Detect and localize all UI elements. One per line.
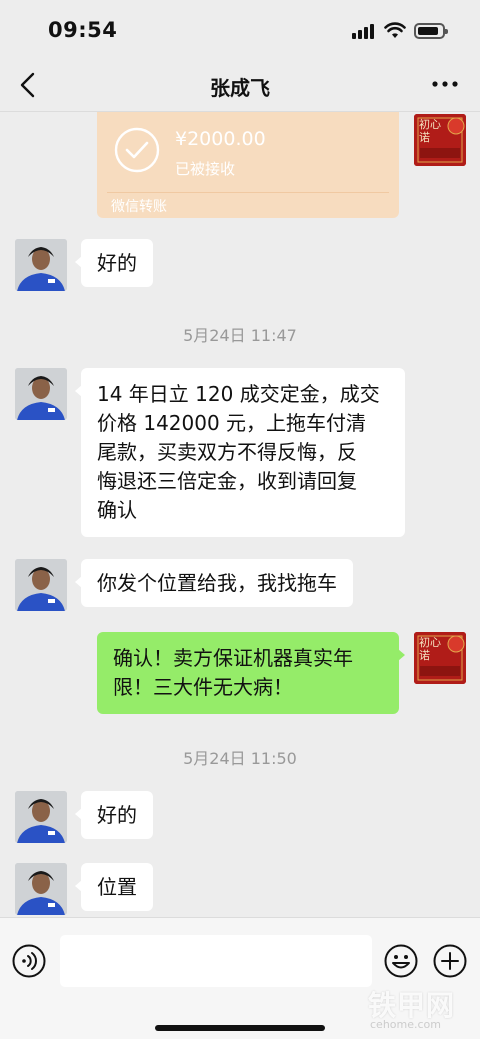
transfer-type-label: 微信转账: [111, 199, 167, 215]
contact-avatar[interactable]: [15, 559, 67, 611]
contact-avatar-image: [15, 368, 67, 420]
self-avatar[interactable]: 初心诺: [414, 632, 466, 684]
wifi-icon: [384, 22, 406, 38]
check-circle-icon: [114, 127, 160, 173]
message-timestamp: 5月24日 11:47: [183, 326, 297, 345]
self-avatar-text: 初心诺: [419, 118, 441, 144]
contact-avatar[interactable]: [15, 791, 67, 843]
status-bar: 09:54: [0, 0, 480, 60]
contact-avatar-image: [15, 559, 67, 611]
message-text-line: 尾款，买卖双方不得反悔，反: [97, 440, 357, 464]
nav-bar: 张成飞: [0, 60, 480, 112]
message-text-line: 确认！卖方保证机器真实年: [113, 646, 353, 670]
cellular-signal-icon: [352, 24, 376, 39]
home-indicator[interactable]: [155, 1025, 325, 1031]
message-text-line: 14 年日立 120 成交定金，成交: [97, 382, 380, 406]
message-bubble[interactable]: 14 年日立 120 成交定金，成交 价格 142000 元，上拖车付清 尾款，…: [75, 368, 405, 537]
voice-input-icon[interactable]: [12, 944, 46, 978]
message-bubble[interactable]: 好的: [75, 791, 153, 839]
transfer-card[interactable]: ¥2000.00 已被接收 微信转账: [97, 112, 399, 218]
contact-avatar-image: [15, 863, 67, 915]
plus-icon[interactable]: [433, 944, 467, 978]
message-bubble[interactable]: 好的: [75, 239, 153, 287]
message-text-line: 确认: [97, 498, 137, 522]
message-bubble[interactable]: 位置: [75, 863, 153, 911]
message-text: 你发个位置给我，我找拖车: [97, 571, 337, 595]
chat-message-list[interactable]: ¥2000.00 已被接收 微信转账 初心诺 好的 5月24日 11:47 14…: [0, 112, 480, 917]
message-timestamp: 5月24日 11:50: [183, 749, 297, 768]
message-bubble[interactable]: 确认！卖方保证机器真实年 限！三大件无大病！: [97, 632, 405, 714]
status-time: 09:54: [48, 18, 118, 42]
self-avatar-text: 初心诺: [419, 636, 441, 662]
message-text: 好的: [97, 251, 137, 275]
message-text-line: 限！三大件无大病！: [113, 675, 293, 699]
transfer-status: 已被接收: [175, 160, 236, 178]
more-options-icon[interactable]: [430, 74, 460, 94]
message-text: 好的: [97, 803, 137, 827]
watermark-url: cehome.com: [370, 1018, 441, 1031]
chat-title: 张成飞: [210, 76, 270, 100]
contact-avatar-image: [15, 791, 67, 843]
transfer-amount: ¥2000.00: [175, 128, 266, 150]
contact-avatar-image: [15, 239, 67, 291]
input-bar: 铁甲网 cehome.com: [0, 917, 480, 1039]
message-text-line: 悔退还三倍定金，收到请回复: [97, 469, 357, 493]
transfer-divider: [107, 192, 389, 193]
emoji-icon[interactable]: [384, 944, 418, 978]
self-avatar[interactable]: 初心诺: [414, 114, 466, 166]
message-input[interactable]: [60, 935, 372, 987]
message-bubble[interactable]: 你发个位置给我，我找拖车: [75, 559, 353, 607]
message-text-line: 价格 142000 元，上拖车付清: [97, 411, 367, 435]
battery-icon: [414, 23, 448, 39]
contact-avatar[interactable]: [15, 239, 67, 291]
message-text: 位置: [97, 875, 137, 899]
contact-avatar[interactable]: [15, 368, 67, 420]
contact-avatar[interactable]: [15, 863, 67, 915]
